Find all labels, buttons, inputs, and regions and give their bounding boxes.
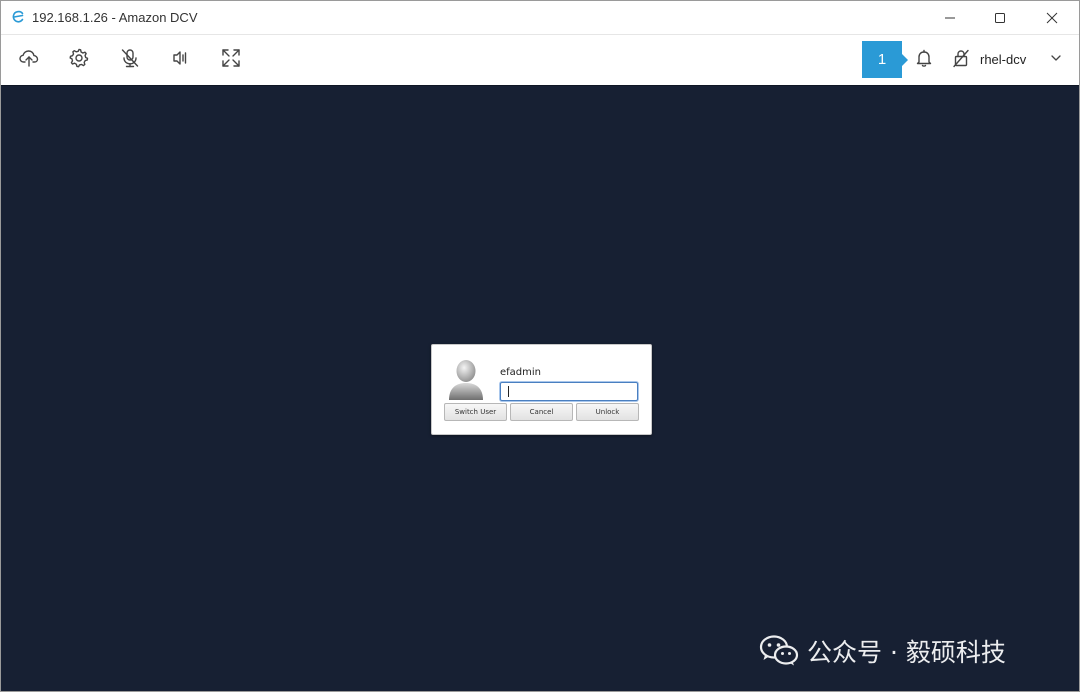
text-caret: [508, 386, 509, 397]
remote-desktop[interactable]: efadmin Switch User Cancel Unlock 公众号 · …: [1, 85, 1079, 691]
wechat-icon: [759, 635, 799, 667]
screen-unlock-dialog: efadmin Switch User Cancel Unlock: [431, 344, 652, 435]
user-avatar-icon: [446, 357, 486, 401]
upload-cloud-icon: [18, 47, 40, 74]
close-button[interactable]: [1027, 1, 1077, 34]
password-field[interactable]: [500, 382, 638, 401]
minimize-icon: [944, 12, 956, 24]
bell-icon: [914, 48, 934, 73]
speaker-icon: [169, 47, 191, 74]
chevron-down-icon: [1049, 51, 1063, 70]
cancel-button[interactable]: Cancel: [510, 403, 573, 421]
username-label: efadmin: [500, 367, 542, 378]
dcv-client-window: 192.168.1.26 - Amazon DCV 1 rhel-dcv efa…: [0, 0, 1080, 692]
gear-icon: [68, 47, 90, 74]
title-bar: 192.168.1.26 - Amazon DCV: [1, 1, 1079, 34]
notification-count-badge[interactable]: 1: [862, 41, 908, 78]
session-lock-button[interactable]: [948, 47, 974, 73]
microphone-button[interactable]: [117, 47, 143, 73]
close-icon: [1046, 12, 1058, 24]
settings-button[interactable]: [66, 47, 92, 73]
maximize-icon: [994, 12, 1006, 24]
window-title: 192.168.1.26 - Amazon DCV: [32, 10, 198, 25]
dcv-toolbar: 1 rhel-dcv: [1, 34, 1079, 85]
watermark-text: 公众号 · 毅硕科技: [807, 638, 1006, 667]
speaker-button[interactable]: [167, 47, 193, 73]
upload-button[interactable]: [16, 47, 42, 73]
minimize-button[interactable]: [925, 1, 975, 34]
switch-user-button[interactable]: Switch User: [444, 403, 507, 421]
maximize-button[interactable]: [975, 1, 1025, 34]
watermark: 公众号 · 毅硕科技: [759, 634, 1006, 668]
session-menu-button[interactable]: [1043, 47, 1069, 73]
notifications-button[interactable]: [911, 47, 937, 73]
lock-off-icon: [951, 48, 971, 73]
fullscreen-icon: [220, 47, 242, 74]
unlock-button[interactable]: Unlock: [576, 403, 639, 421]
dcv-e-icon: [10, 9, 26, 25]
microphone-off-icon: [119, 47, 141, 74]
fullscreen-button[interactable]: [218, 47, 244, 73]
session-name[interactable]: rhel-dcv: [980, 52, 1026, 67]
